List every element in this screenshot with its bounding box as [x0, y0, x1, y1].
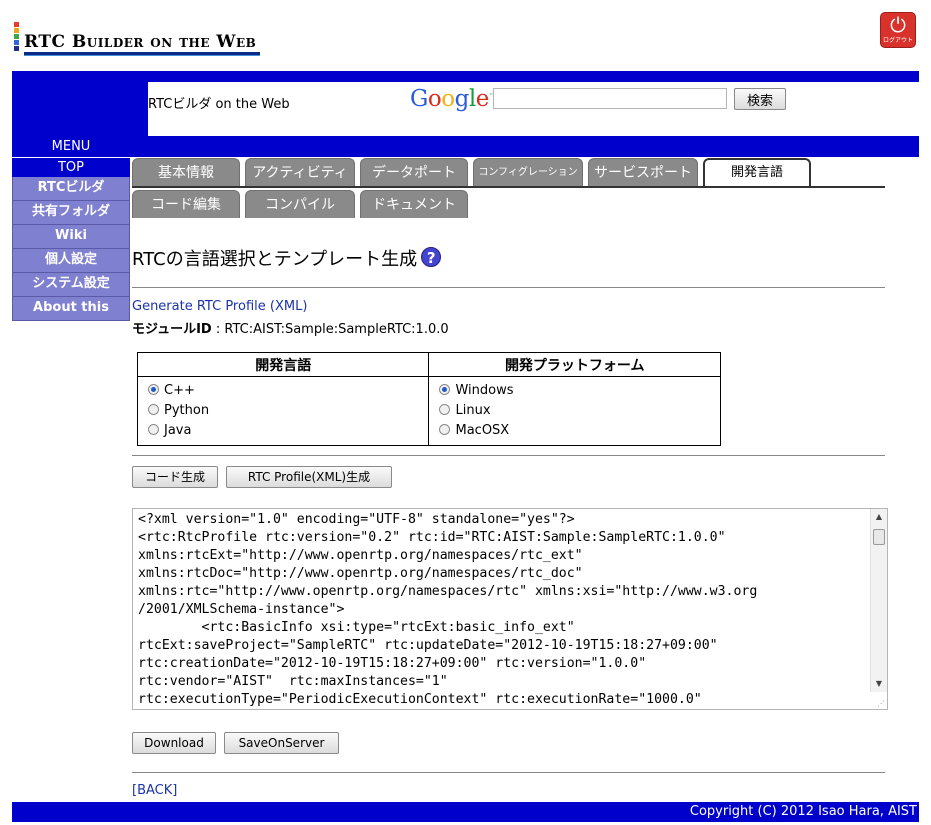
tab-language[interactable]: 開発言語: [703, 158, 811, 186]
sidebar-item-top[interactable]: TOP: [12, 158, 130, 177]
resize-grip-icon[interactable]: ⋰: [877, 699, 885, 708]
google-logo-letter: G: [410, 86, 428, 112]
logout-label: ログアウト: [882, 37, 913, 44]
module-id-label: モジュールID: [132, 322, 212, 337]
save-on-server-button[interactable]: SaveOnServer: [224, 732, 339, 754]
tab-serviceport[interactable]: サービスポート: [588, 158, 698, 186]
header-title: RTCビルダ on the Web: [148, 97, 290, 112]
xml-output-textarea[interactable]: <?xml version="1.0" encoding="UTF-8" sta…: [132, 508, 888, 710]
sidebar-item-system-settings[interactable]: システム設定: [12, 273, 130, 297]
tab-dataport[interactable]: データポート: [360, 158, 468, 186]
tab-activity[interactable]: アクティビティ: [245, 158, 355, 186]
divider: [132, 455, 885, 456]
download-button[interactable]: Download: [132, 732, 216, 754]
sidebar-item-rtc-builder[interactable]: RTCビルダ: [12, 177, 130, 201]
radio-label: Python: [164, 403, 210, 418]
footer-copyright: Copyright (C) 2012 Isao Hara, AIST: [12, 802, 919, 822]
radio-label: Java: [164, 423, 192, 438]
logo-color-bar: [14, 22, 19, 27]
tab-row-divider: [132, 186, 885, 188]
radio-icon[interactable]: [439, 424, 451, 435]
google-logo-letter: l: [468, 86, 476, 112]
logo-color-bar: [14, 40, 19, 45]
power-icon: ⏻: [890, 13, 906, 37]
language-header: 開発言語: [136, 352, 430, 377]
generate-profile-link[interactable]: Generate RTC Profile (XML): [132, 299, 307, 314]
sidebar-item-about[interactable]: About this: [12, 297, 130, 321]
radio-linux[interactable]: Linux: [439, 401, 710, 421]
radio-java[interactable]: Java: [148, 421, 418, 441]
logo-color-bar: [14, 46, 19, 51]
sidebar-item-personal-settings[interactable]: 個人設定: [12, 249, 130, 273]
tab-compile[interactable]: コンパイル: [245, 190, 355, 218]
radio-icon[interactable]: [439, 404, 451, 415]
scroll-up-icon[interactable]: ▲: [871, 509, 887, 525]
platform-header: 開発プラットフォーム: [428, 352, 721, 377]
radio-icon[interactable]: [148, 424, 159, 435]
google-logo-letter: o: [441, 86, 455, 112]
divider: [132, 287, 885, 288]
radio-label: Windows: [455, 383, 514, 398]
tab-code-edit[interactable]: コード編集: [132, 190, 240, 218]
scroll-thumb[interactable]: [873, 529, 885, 545]
search-button[interactable]: 検索: [734, 88, 786, 110]
google-logo-letter: o: [427, 86, 442, 112]
platform-options: Windows Linux MacOSX: [428, 376, 721, 446]
xml-output-text[interactable]: <?xml version="1.0" encoding="UTF-8" sta…: [138, 511, 863, 709]
logo-underline: [24, 52, 260, 56]
google-logo-letter: g: [454, 86, 470, 112]
divider: [132, 772, 885, 773]
logo-color-bar: [14, 28, 19, 33]
language-options: C++ Python Java: [136, 376, 430, 446]
profile-generate-button[interactable]: RTC Profile(XML)生成: [226, 466, 392, 488]
logout-button[interactable]: ⏻ ログアウト: [880, 12, 916, 48]
tab-document[interactable]: ドキュメント: [360, 190, 468, 218]
radio-macosx[interactable]: MacOSX: [439, 421, 710, 441]
page-title-text: RTCの言語選択とテンプレート生成: [132, 249, 418, 270]
menu-label: MENU: [51, 139, 91, 154]
radio-windows[interactable]: Windows: [439, 381, 710, 401]
help-icon[interactable]: ?: [421, 247, 442, 267]
logo-text: RTC Builder on the Web: [24, 32, 257, 52]
google-logo: Google™: [410, 86, 495, 112]
tab-basic-info[interactable]: 基本情報: [132, 158, 240, 186]
google-logo-letter: e: [475, 86, 490, 112]
radio-python[interactable]: Python: [148, 401, 418, 421]
radio-label: Linux: [455, 403, 491, 418]
scroll-down-icon[interactable]: ▼: [871, 676, 887, 692]
sidebar-item-wiki[interactable]: Wiki: [12, 225, 130, 249]
search-input[interactable]: [493, 88, 727, 109]
radio-label: MacOSX: [455, 423, 510, 438]
sidebar-menu: TOP RTCビルダ 共有フォルダ Wiki 個人設定 システム設定 About…: [12, 158, 130, 321]
language-platform-table: 開発言語 開発プラットフォーム C++ Python Java Windows …: [136, 352, 721, 446]
radio-icon[interactable]: [148, 404, 159, 415]
page-title: RTCの言語選択とテンプレート生成?: [132, 245, 442, 271]
app-logo: RTC Builder on the Web: [14, 22, 264, 58]
logo-color-bars: [14, 22, 19, 52]
back-link[interactable]: [BACK]: [132, 783, 177, 798]
code-generate-button[interactable]: コード生成: [132, 466, 218, 488]
radio-selected-icon[interactable]: [439, 384, 451, 395]
tab-configuration[interactable]: コンフィグレーション: [473, 158, 583, 186]
logo-color-bar: [14, 34, 19, 39]
module-id-value: : RTC:AIST:Sample:SampleRTC:1.0.0: [215, 322, 449, 337]
radio-label: C++: [164, 383, 195, 398]
vertical-scrollbar[interactable]: ▲ ▼: [870, 509, 887, 692]
radio-cpp[interactable]: C++: [148, 381, 418, 401]
module-id: モジュールID : RTC:AIST:Sample:SampleRTC:1.0.…: [132, 318, 449, 337]
radio-selected-icon[interactable]: [148, 384, 159, 395]
sidebar-item-shared-folder[interactable]: 共有フォルダ: [12, 201, 130, 225]
